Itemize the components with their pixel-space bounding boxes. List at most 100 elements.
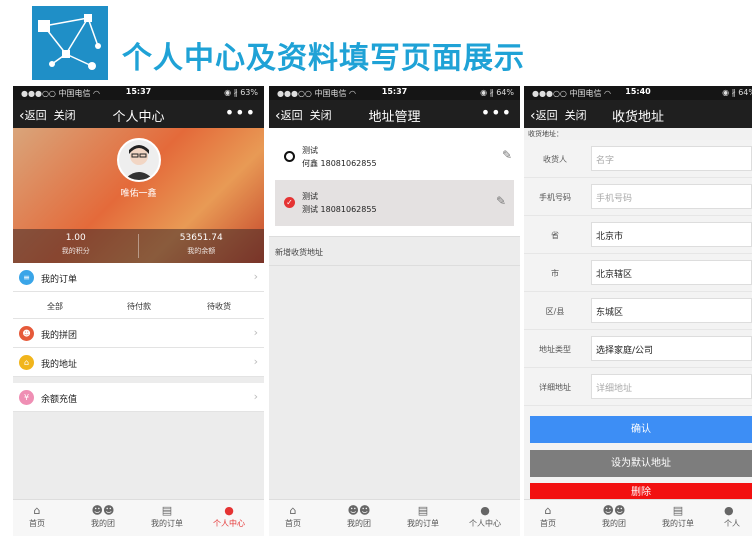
address-type-label: 地址类型 bbox=[539, 345, 571, 354]
recharge-label: 余额充值 bbox=[41, 395, 78, 405]
tab-orders-label: 我的订单 bbox=[407, 519, 439, 528]
showcase-page: 个人中心及资料填写页面展示 ●●●○○ 中国电信 ◠ 15:37 ◉ ∦ 63%… bbox=[0, 0, 752, 541]
tab-me[interactable]: ● 个人中心 bbox=[213, 504, 245, 529]
list-bottom-gap bbox=[269, 226, 520, 236]
balance-value: 53651.74 bbox=[179, 233, 223, 243]
subtab-all[interactable]: 全部 bbox=[13, 301, 97, 312]
list-icon: ▤ bbox=[417, 504, 429, 517]
page-title: 个人中心及资料填写页面展示 bbox=[122, 41, 525, 76]
radio-unselected[interactable] bbox=[284, 151, 295, 162]
tab-group[interactable]: ☻☻ 我的团 bbox=[347, 504, 371, 529]
stats-bar: 1.00 我的积分 53651.74 我的余额 bbox=[13, 229, 264, 263]
tab-me[interactable]: ● 个人 bbox=[724, 504, 752, 529]
district-label: 区/县 bbox=[545, 307, 565, 316]
tab-me[interactable]: ● 个人中心 bbox=[469, 504, 501, 529]
detail-label: 详细地址 bbox=[539, 383, 571, 392]
tab-orders[interactable]: ▤ 我的订单 bbox=[407, 504, 439, 529]
tab-home-label: 首页 bbox=[29, 519, 45, 528]
my-orders-label: 我的订单 bbox=[41, 275, 78, 285]
check-icon[interactable]: ✓ bbox=[284, 197, 295, 208]
district-select[interactable]: 东城区 bbox=[591, 298, 752, 323]
avatar[interactable] bbox=[117, 138, 161, 182]
tab-group[interactable]: ☻☻ 我的团 bbox=[91, 504, 115, 529]
subtab-to-receive[interactable]: 待收货 bbox=[177, 301, 261, 312]
tab-orders-label: 我的订单 bbox=[662, 519, 694, 528]
city-select[interactable]: 北京辖区 bbox=[591, 260, 752, 285]
address-item-wrap: ✓ 测试 测试 18081062855 ✎ bbox=[269, 180, 520, 226]
profile-banner: 唯佑一鑫 1.00 我的积分 53651.74 我的余额 bbox=[13, 128, 264, 263]
address-detail: 何鑫 18081062855 bbox=[302, 159, 377, 168]
group-icon: ☻ bbox=[19, 326, 34, 341]
phone-row: 手机号码 手机号码 bbox=[524, 178, 752, 216]
phone-address-management: ●●●○○ 中国电信 ◠ 15:37 ◉ ∦ 64% ‹返回 关闭 地址管理 •… bbox=[269, 86, 520, 536]
detail-row: 详细地址 详细地址 bbox=[524, 368, 752, 406]
status-bar: ●●●○○ 中国电信 ◠ 15:37 ◉ ∦ 63% bbox=[13, 86, 264, 100]
tab-home[interactable]: ⌂ 首页 bbox=[29, 504, 45, 529]
tab-home-label: 首页 bbox=[285, 519, 301, 528]
district-row: 区/县 东城区 bbox=[524, 292, 752, 330]
tab-home[interactable]: ⌂ 首页 bbox=[540, 504, 556, 529]
chevron-right-icon: › bbox=[253, 270, 258, 283]
phone-shipping-address: ●●●○○ 中国电信 ◠ 15:40 ◉ ∦ 64% ‹返回 关闭 收货地址 收… bbox=[524, 86, 752, 536]
username: 唯佑一鑫 bbox=[120, 189, 157, 199]
balance-stat[interactable]: 53651.74 我的余额 bbox=[139, 233, 265, 256]
user-icon: ● bbox=[480, 504, 490, 517]
province-label: 省 bbox=[551, 231, 559, 240]
recipient-label: 收货人 bbox=[543, 155, 567, 164]
status-time: 15:40 bbox=[625, 87, 651, 96]
balance-label: 我的余额 bbox=[187, 247, 216, 255]
edit-icon[interactable]: ✎ bbox=[496, 194, 506, 208]
add-address-button[interactable]: 新增收货地址 bbox=[269, 236, 520, 266]
delete-button[interactable]: 删除 bbox=[530, 483, 752, 499]
group-icon: ☻☻ bbox=[91, 504, 115, 517]
edit-icon[interactable]: ✎ bbox=[502, 148, 512, 162]
address-icon: ⌂ bbox=[19, 355, 34, 370]
tab-home[interactable]: ⌂ 首页 bbox=[285, 504, 301, 529]
address-item[interactable]: 测试 何鑫 18081062855 ✎ bbox=[269, 134, 520, 180]
home-icon: ⌂ bbox=[544, 504, 552, 517]
tab-me-label: 个人 bbox=[724, 519, 740, 528]
group-icon: ☻☻ bbox=[602, 504, 626, 517]
set-default-button[interactable]: 设为默认地址 bbox=[530, 450, 752, 477]
my-group-label: 我的拼团 bbox=[41, 331, 78, 341]
my-address-row[interactable]: ⌂ 我的地址 › bbox=[13, 348, 264, 377]
more-icon[interactable]: ••• bbox=[225, 103, 256, 122]
network-logo-icon bbox=[32, 6, 108, 80]
detail-input[interactable]: 详细地址 bbox=[591, 374, 752, 399]
my-orders-row[interactable]: ≡ 我的订单 › bbox=[13, 263, 264, 292]
more-icon[interactable]: ••• bbox=[481, 103, 512, 122]
confirm-button[interactable]: 确认 bbox=[530, 416, 752, 443]
address-item-selected[interactable]: ✓ 测试 测试 18081062855 ✎ bbox=[275, 180, 514, 226]
address-type-row: 地址类型 选择家庭/公司 bbox=[524, 330, 752, 368]
user-icon: ● bbox=[724, 504, 734, 517]
user-icon: ● bbox=[224, 504, 234, 517]
list-icon: ▤ bbox=[161, 504, 173, 517]
address-type-select[interactable]: 选择家庭/公司 bbox=[591, 336, 752, 361]
battery-text: ◉ ∦ 64% bbox=[480, 88, 514, 97]
province-select[interactable]: 北京市 bbox=[591, 222, 752, 247]
battery-text: ◉ ∦ 63% bbox=[224, 88, 258, 97]
tab-orders-label: 我的订单 bbox=[151, 519, 183, 528]
yen-icon: ¥ bbox=[19, 390, 34, 405]
group-icon: ☻☻ bbox=[347, 504, 371, 517]
battery-text: ◉ ∦ 64% bbox=[722, 88, 752, 97]
my-address-label: 我的地址 bbox=[41, 360, 78, 370]
home-icon: ⌂ bbox=[289, 504, 297, 517]
recipient-input[interactable]: 名字 bbox=[591, 146, 752, 171]
tab-bar: ⌂ 首页 ☻☻ 我的团 ▤ 我的订单 ● 个人 bbox=[524, 499, 752, 536]
my-group-row[interactable]: ☻ 我的拼团 › bbox=[13, 319, 264, 348]
subtab-unpaid[interactable]: 待付款 bbox=[97, 301, 181, 312]
phone-input[interactable]: 手机号码 bbox=[591, 184, 752, 209]
address-name: 测试 bbox=[302, 192, 318, 201]
tab-orders[interactable]: ▤ 我的订单 bbox=[662, 504, 694, 529]
recharge-row[interactable]: ¥ 余额充值 › bbox=[13, 383, 264, 412]
tab-group[interactable]: ☻☻ 我的团 bbox=[602, 504, 626, 529]
orders-icon: ≡ bbox=[19, 270, 34, 285]
tab-bar: ⌂ 首页 ☻☻ 我的团 ▤ 我的订单 ● 个人中心 bbox=[13, 499, 264, 536]
tab-bar: ⌂ 首页 ☻☻ 我的团 ▤ 我的订单 ● 个人中心 bbox=[269, 499, 520, 536]
points-value: 1.00 bbox=[65, 233, 86, 243]
points-stat[interactable]: 1.00 我的积分 bbox=[13, 233, 139, 256]
address-name: 测试 bbox=[302, 146, 318, 155]
list-icon: ▤ bbox=[672, 504, 684, 517]
tab-orders[interactable]: ▤ 我的订单 bbox=[151, 504, 183, 529]
